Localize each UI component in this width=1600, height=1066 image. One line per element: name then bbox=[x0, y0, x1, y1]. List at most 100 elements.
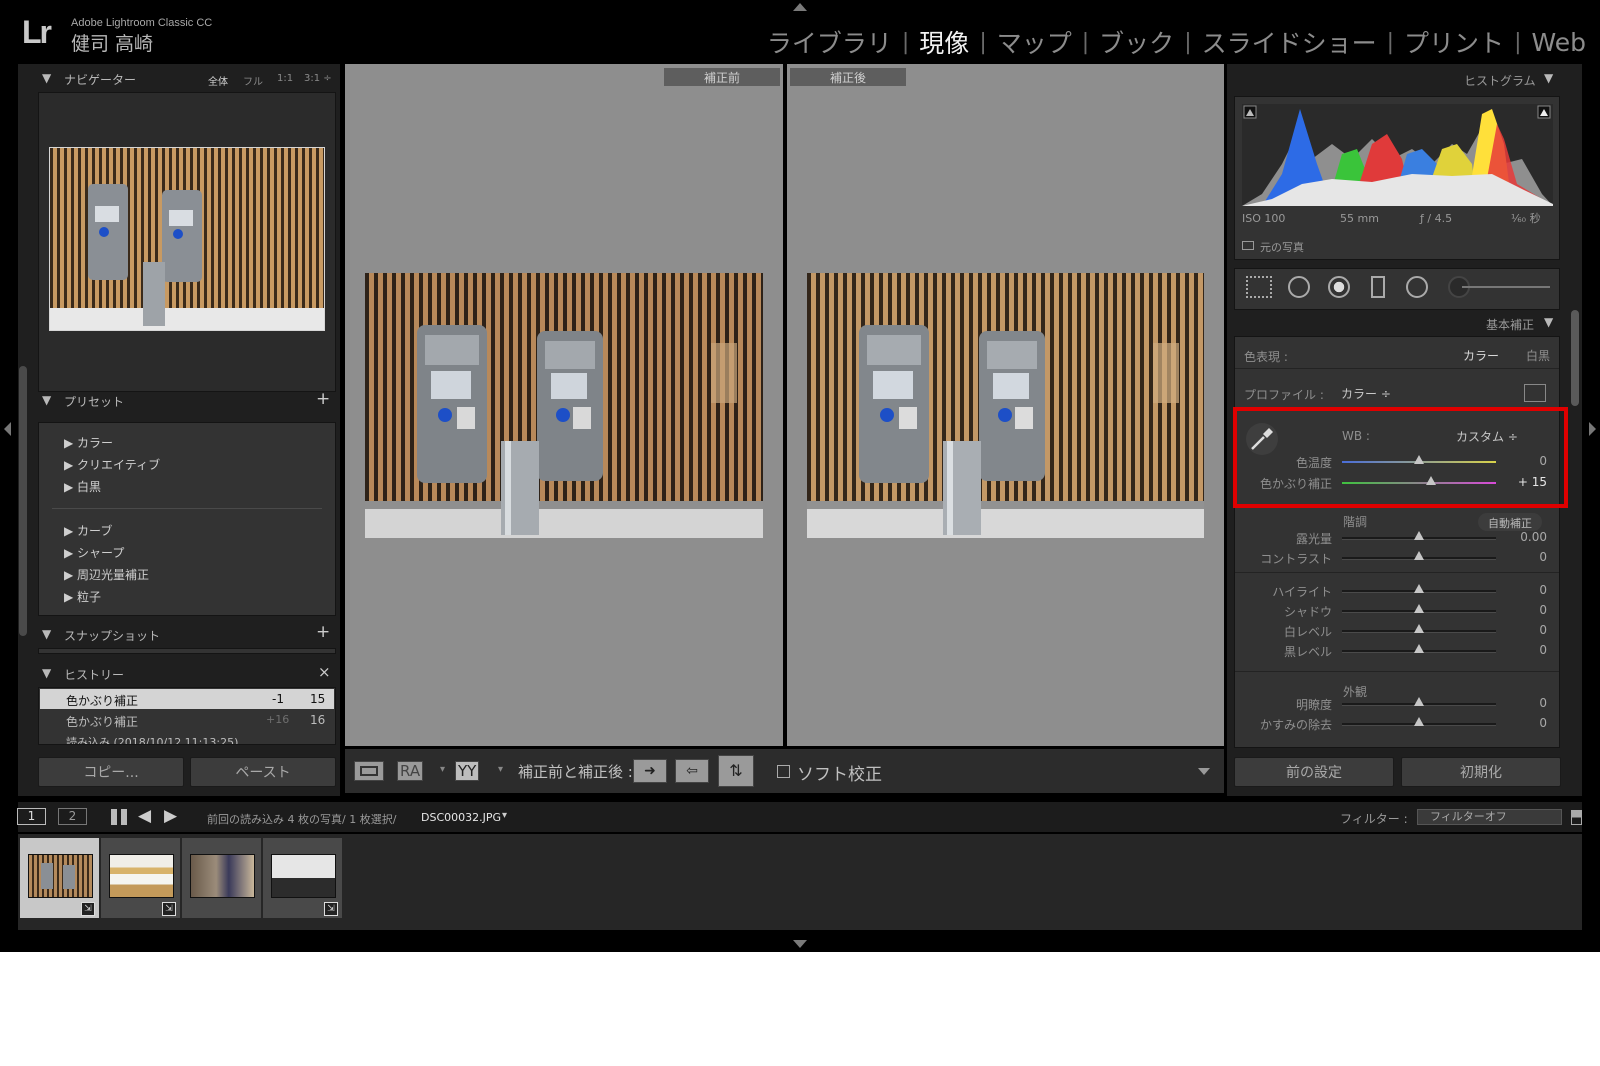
treatment-color-option[interactable]: カラー bbox=[1463, 347, 1499, 364]
preset-group-bw[interactable]: ▶ 白黒 bbox=[64, 478, 101, 495]
view-dropdown-icon[interactable]: ▾ bbox=[440, 764, 445, 775]
filter-dropdown[interactable]: フィルターオフ bbox=[1417, 809, 1562, 825]
before-after-split-button[interactable]: YY bbox=[455, 761, 480, 781]
module-book[interactable]: ブック bbox=[1089, 24, 1184, 60]
spot-removal-icon[interactable] bbox=[1288, 276, 1310, 298]
navigator-collapse-icon[interactable]: ▼ bbox=[42, 71, 51, 85]
filter-lock-icon[interactable] bbox=[1571, 810, 1582, 825]
soft-proof-checkbox[interactable] bbox=[777, 765, 790, 778]
slider-value[interactable]: 0 bbox=[1507, 716, 1547, 730]
toolbar-options-icon[interactable] bbox=[1198, 768, 1210, 775]
aperture-readout: ƒ / 4.5 bbox=[1420, 212, 1453, 225]
current-filename[interactable]: DSC00032.JPG bbox=[421, 811, 501, 824]
slider-thumb[interactable] bbox=[1414, 604, 1424, 613]
presets-collapse-icon[interactable]: ▼ bbox=[42, 393, 51, 407]
histogram-graph[interactable] bbox=[1242, 104, 1553, 206]
zoom-1-1[interactable]: 1:1 bbox=[277, 73, 293, 84]
preset-group-grain[interactable]: ▶ 粒子 bbox=[64, 588, 101, 605]
auto-tone-button[interactable]: 自動補正 bbox=[1478, 513, 1542, 531]
before-view[interactable] bbox=[345, 64, 783, 746]
clear-history-button[interactable]: × bbox=[318, 663, 331, 681]
slider-thumb[interactable] bbox=[1414, 717, 1424, 726]
history-row[interactable]: 色かぶり補正 +16 16 bbox=[40, 710, 334, 730]
slider-value[interactable]: 0 bbox=[1507, 583, 1547, 597]
history-row[interactable]: 色かぶり補正 -1 15 bbox=[40, 689, 334, 709]
slider-value[interactable]: 0 bbox=[1507, 643, 1547, 657]
slider-value[interactable]: 0 bbox=[1507, 696, 1547, 710]
radial-filter-icon[interactable] bbox=[1406, 276, 1428, 298]
snapshots-list bbox=[38, 648, 336, 654]
profile-dropdown[interactable]: カラー ÷ bbox=[1341, 385, 1391, 402]
history-collapse-icon[interactable]: ▼ bbox=[42, 666, 51, 680]
module-develop[interactable]: 現像 bbox=[909, 24, 979, 60]
swap-before-after-button[interactable]: ⇅ bbox=[718, 755, 754, 787]
red-eye-icon[interactable] bbox=[1328, 276, 1350, 298]
add-snapshot-button[interactable]: + bbox=[316, 622, 330, 642]
split-dropdown-icon[interactable]: ▾ bbox=[498, 764, 503, 775]
filmstrip-thumbnail[interactable]: ⇲ bbox=[101, 838, 180, 918]
slider-value[interactable]: 0 bbox=[1507, 623, 1547, 637]
history-row[interactable]: 読み込み (2018/10/12 11:13:25) bbox=[40, 731, 334, 744]
lightroom-window: Lr Adobe Lightroom Classic CC 健司 高崎 ライブラ… bbox=[0, 0, 1600, 952]
left-panel-scrollbar[interactable] bbox=[19, 366, 27, 636]
previous-settings-button[interactable]: 前の設定 bbox=[1234, 757, 1394, 787]
slider-value[interactable]: 0 bbox=[1507, 603, 1547, 617]
loupe-view-button[interactable] bbox=[354, 761, 384, 781]
add-preset-button[interactable]: + bbox=[316, 389, 330, 409]
slider-thumb[interactable] bbox=[1414, 584, 1424, 593]
preset-group-creative[interactable]: ▶ クリエイティブ bbox=[64, 456, 160, 473]
zoom-fit[interactable]: 全体 bbox=[208, 73, 228, 88]
primary-window-button[interactable]: 1 bbox=[17, 808, 46, 825]
slider-thumb[interactable] bbox=[1414, 551, 1424, 560]
filmstrip-thumbnail[interactable] bbox=[182, 838, 261, 918]
graduated-filter-icon[interactable] bbox=[1371, 276, 1385, 298]
back-arrow-icon[interactable]: ◀ bbox=[138, 806, 151, 826]
copy-after-to-before-button[interactable]: ⇦ bbox=[675, 759, 709, 783]
paste-settings-button[interactable]: ペースト bbox=[190, 757, 336, 787]
filmstrip-toggle-icon[interactable] bbox=[793, 940, 807, 948]
histogram-collapse-icon[interactable]: ▼ bbox=[1544, 71, 1553, 85]
filename-dropdown-icon[interactable]: ▾ bbox=[502, 810, 507, 821]
preset-group-vignette[interactable]: ▶ 周辺光量補正 bbox=[64, 566, 149, 583]
crop-overlay-icon[interactable] bbox=[1246, 276, 1272, 298]
left-panel-toggle-icon[interactable] bbox=[4, 422, 11, 436]
reset-button[interactable]: 初期化 bbox=[1401, 757, 1561, 787]
slider-value[interactable]: 0.00 bbox=[1507, 530, 1547, 544]
snapshots-collapse-icon[interactable]: ▼ bbox=[42, 627, 51, 641]
original-photo-checkbox[interactable] bbox=[1242, 241, 1254, 250]
module-print[interactable]: プリント bbox=[1394, 24, 1514, 60]
profile-browser-icon[interactable] bbox=[1524, 384, 1546, 402]
filmstrip-thumbnail[interactable]: ⇲ bbox=[263, 838, 342, 918]
slider-thumb[interactable] bbox=[1414, 697, 1424, 706]
navigator-thumbnail[interactable] bbox=[49, 147, 325, 331]
slider-thumb[interactable] bbox=[1414, 624, 1424, 633]
preset-group-curve[interactable]: ▶ カーブ bbox=[64, 522, 112, 539]
right-panel-scrollbar[interactable] bbox=[1571, 310, 1579, 406]
copy-before-to-after-button[interactable]: ➜ bbox=[633, 759, 667, 783]
top-panel-toggle-icon[interactable] bbox=[793, 3, 807, 11]
module-slideshow[interactable]: スライドショー bbox=[1192, 24, 1387, 60]
after-view[interactable] bbox=[787, 64, 1224, 746]
slider-thumb[interactable] bbox=[1414, 531, 1424, 540]
module-map[interactable]: マップ bbox=[987, 24, 1082, 60]
module-library[interactable]: ライブラリ bbox=[757, 24, 902, 60]
zoom-fill[interactable]: フル bbox=[243, 73, 263, 88]
brush-size-slider[interactable] bbox=[1462, 286, 1550, 288]
zoom-3-1[interactable]: 3:1 ÷ bbox=[304, 73, 332, 84]
filmstrip-thumbnail[interactable]: ⇲ bbox=[20, 838, 99, 918]
forward-arrow-icon[interactable]: ▶ bbox=[164, 806, 177, 826]
copy-settings-button[interactable]: コピー... bbox=[38, 757, 184, 787]
source-info: 前回の読み込み 4 枚の写真/ 1 枚選択/ bbox=[207, 813, 397, 826]
slider-value[interactable]: 0 bbox=[1507, 550, 1547, 564]
before-after-lr-button[interactable]: RA bbox=[397, 761, 424, 781]
right-panel-toggle-icon[interactable] bbox=[1589, 422, 1596, 436]
preset-group-sharpen[interactable]: ▶ シャープ bbox=[64, 544, 124, 561]
secondary-window-button[interactable]: 2 bbox=[58, 808, 87, 825]
treatment-bw-option[interactable]: 白黒 bbox=[1526, 347, 1550, 364]
grid-view-icon[interactable] bbox=[111, 809, 127, 825]
history-step-name: 色かぶり補正 bbox=[66, 694, 139, 708]
basic-collapse-icon[interactable]: ▼ bbox=[1544, 315, 1553, 329]
preset-group-color[interactable]: ▶ カラー bbox=[64, 434, 113, 451]
module-web[interactable]: Web bbox=[1521, 28, 1586, 57]
slider-thumb[interactable] bbox=[1414, 644, 1424, 653]
